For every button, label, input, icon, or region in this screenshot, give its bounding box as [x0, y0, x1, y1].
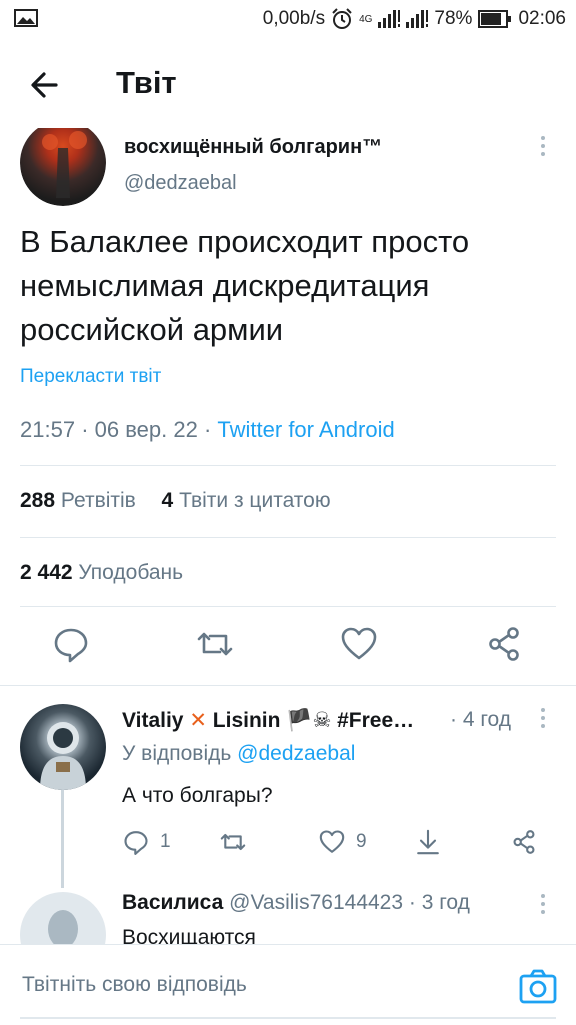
reply-tweet[interactable]: Василиса @Vasilis76144423 · 3 год Восхищ…	[0, 888, 576, 944]
retweet-stats[interactable]: 288 Ретвітів 4 Твіти з цитатою	[20, 489, 331, 513]
status-indicators: 0,00b/s 4G 78% 02:06	[263, 6, 566, 32]
reply-comment-button[interactable]: 1	[122, 828, 171, 856]
author-name[interactable]: восхищённый болгарин™	[124, 136, 382, 159]
reply-icon	[124, 831, 148, 855]
like-count: 9	[356, 831, 367, 852]
reply-share-button[interactable]	[510, 828, 538, 856]
skull-crossbones-icon: ☠	[312, 709, 332, 732]
reply-text: А что болгары?	[122, 784, 273, 807]
reply-author-name[interactable]: Vitaliy ✕ Lisinin 🏴☠ #Free…	[122, 708, 414, 733]
signal-icon-2	[406, 10, 429, 28]
tweet-actions	[0, 624, 576, 674]
likes-label: Уподобань	[78, 561, 184, 584]
reply-download-button[interactable]	[414, 828, 442, 856]
thread-line	[61, 790, 64, 888]
retweets-label: Ретвітів	[60, 489, 136, 512]
translate-tweet-link[interactable]: Перекласти твіт	[20, 366, 161, 388]
like-icon	[319, 830, 345, 853]
reply-input[interactable]: Твітніть свою відповідь	[22, 973, 247, 997]
status-bar: 0,00b/s 4G 78% 02:06	[0, 0, 576, 38]
retweets-count: 288	[20, 489, 56, 512]
network-type: 4G	[359, 13, 373, 25]
share-icon[interactable]	[484, 624, 524, 664]
clock: 02:06	[518, 8, 566, 29]
reply-actions: 1 9	[122, 828, 542, 858]
likes-count: 2 442	[20, 561, 73, 584]
author-avatar[interactable]	[20, 128, 106, 206]
likes-stats[interactable]: 2 442 Уподобань	[20, 561, 183, 585]
composer-underline	[20, 1017, 556, 1019]
camera-icon[interactable]	[518, 967, 558, 1007]
alarm-icon	[332, 8, 352, 29]
battery-icon	[478, 10, 512, 28]
divider	[0, 685, 576, 686]
reply-author-handle: @Vasilis76144423	[229, 891, 404, 914]
reply-count: 1	[160, 831, 171, 852]
back-arrow-icon[interactable]	[22, 62, 68, 108]
retweet-icon	[220, 833, 246, 851]
author-handle[interactable]: @dedzaebal	[124, 172, 237, 195]
network-speed: 0,00b/s	[262, 8, 326, 29]
divider	[20, 606, 556, 607]
reply-time: · 4 год	[450, 708, 512, 731]
reply-author-avatar[interactable]	[20, 892, 106, 944]
signal-icon	[378, 10, 401, 28]
black-flag-icon: 🏴	[286, 709, 313, 732]
quotes-label: Твіти з цитатою	[179, 489, 331, 512]
more-options-icon[interactable]	[540, 708, 546, 730]
reply-icon[interactable]	[51, 624, 91, 664]
reply-text: Восхищаются	[122, 926, 256, 944]
battery-percent: 78%	[434, 8, 473, 29]
reply-to-link[interactable]: @dedzaebal	[237, 742, 355, 765]
more-options-icon[interactable]	[540, 136, 546, 158]
app-bar: Твіт	[0, 38, 576, 128]
download-icon	[417, 829, 439, 855]
reply-context: У відповідь @dedzaebal	[122, 742, 356, 765]
reply-composer: Твітніть свою відповідь	[0, 944, 576, 1025]
tweet-source-link[interactable]: Twitter for Android	[217, 417, 394, 442]
reply-time: · 3 год	[408, 891, 470, 914]
more-options-icon[interactable]	[540, 894, 546, 916]
tweet-date: 06 вер. 22	[94, 417, 198, 442]
retweet-icon[interactable]	[195, 624, 235, 664]
reply-author-name: Василиса	[122, 891, 224, 914]
reply-retweet-button[interactable]	[218, 828, 248, 856]
page-title: Твіт	[116, 65, 177, 100]
tweet-text: В Балаклее происходит просто немыслимая …	[20, 224, 470, 347]
quotes-count: 4	[161, 489, 174, 512]
reply-author[interactable]: Василиса @Vasilis76144423 · 3 год	[122, 891, 470, 915]
tweet-meta: 21:57 · 06 вер. 22 · Twitter for Android	[20, 417, 395, 442]
tweet-time: 21:57	[20, 417, 76, 442]
reply-like-button[interactable]: 9	[318, 828, 367, 856]
cross-mark-icon: ✕	[189, 709, 207, 732]
share-icon	[513, 830, 535, 854]
gallery-notification-icon	[14, 9, 38, 27]
divider	[20, 537, 556, 538]
reply-author-avatar[interactable]	[20, 704, 106, 790]
like-icon[interactable]	[339, 624, 379, 664]
divider	[20, 465, 556, 466]
